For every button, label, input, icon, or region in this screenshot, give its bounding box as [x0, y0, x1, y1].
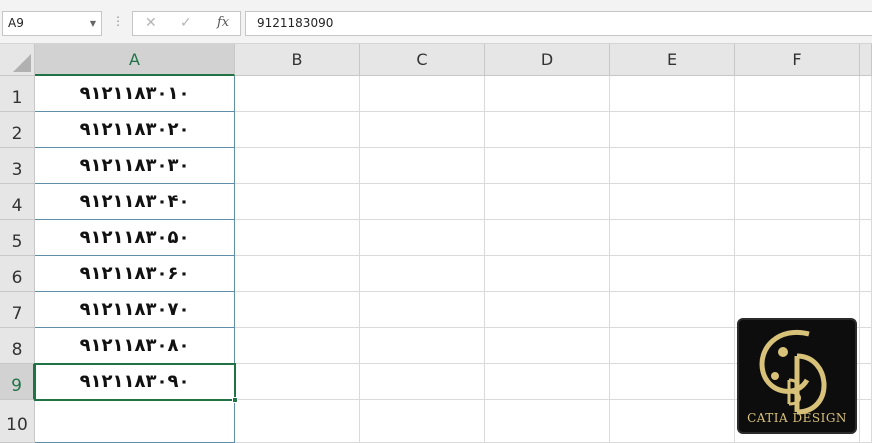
row-header-10[interactable]: 10: [0, 400, 35, 443]
cell[interactable]: [735, 148, 860, 184]
cell[interactable]: [485, 400, 610, 443]
cell[interactable]: [235, 220, 360, 256]
cell-a7[interactable]: ۹۱۲۱۱۸۳۰۷۰: [35, 292, 235, 328]
column-header-d[interactable]: D: [485, 44, 610, 76]
select-all-button[interactable]: [0, 44, 35, 76]
cell[interactable]: [860, 256, 872, 292]
active-cell-border: [34, 363, 236, 401]
column-header-b[interactable]: B: [235, 44, 360, 76]
cell[interactable]: [610, 328, 735, 364]
cell[interactable]: [360, 184, 485, 220]
cell[interactable]: [610, 256, 735, 292]
cell[interactable]: [735, 112, 860, 148]
cell[interactable]: [610, 112, 735, 148]
cell[interactable]: [610, 220, 735, 256]
column-header-partial[interactable]: [860, 44, 872, 76]
cell[interactable]: [360, 220, 485, 256]
row-header-8[interactable]: 8: [0, 328, 35, 364]
cell[interactable]: [860, 292, 872, 328]
chevron-down-icon[interactable]: ▼: [90, 12, 96, 35]
cell[interactable]: [235, 76, 360, 112]
cell[interactable]: [485, 148, 610, 184]
cell[interactable]: [610, 364, 735, 400]
fill-handle[interactable]: [232, 397, 238, 403]
cell[interactable]: [485, 112, 610, 148]
cell[interactable]: [860, 364, 872, 400]
cell-a3[interactable]: ۹۱۲۱۱۸۳۰۳۰: [35, 148, 235, 184]
cell[interactable]: [235, 112, 360, 148]
row-header-1[interactable]: 1: [0, 76, 35, 112]
cell[interactable]: [610, 76, 735, 112]
insert-function-icon[interactable]: fx: [217, 15, 229, 30]
cell[interactable]: [860, 184, 872, 220]
cell[interactable]: [485, 184, 610, 220]
name-box[interactable]: A9 ▼: [2, 11, 102, 36]
cell[interactable]: [735, 220, 860, 256]
cell[interactable]: [235, 184, 360, 220]
cell[interactable]: [360, 328, 485, 364]
catia-design-logo: CATIA DESIGN: [737, 318, 857, 434]
cell[interactable]: [735, 256, 860, 292]
cell[interactable]: [860, 400, 872, 443]
column-header-c[interactable]: C: [360, 44, 485, 76]
cell[interactable]: [860, 328, 872, 364]
cell-a6[interactable]: ۹۱۲۱۱۸۳۰۶۰: [35, 256, 235, 292]
cell-a2[interactable]: ۹۱۲۱۱۸۳۰۲۰: [35, 112, 235, 148]
cell[interactable]: [735, 184, 860, 220]
cell[interactable]: [360, 400, 485, 443]
row-header-9[interactable]: 9: [0, 364, 35, 400]
cell[interactable]: [735, 76, 860, 112]
row-header-3[interactable]: 3: [0, 148, 35, 184]
cancel-icon[interactable]: ✕: [145, 15, 157, 31]
cell[interactable]: [360, 256, 485, 292]
cell-a10[interactable]: [35, 400, 235, 443]
name-box-value: A9: [8, 16, 24, 30]
cell[interactable]: [610, 292, 735, 328]
cell[interactable]: [860, 220, 872, 256]
cell-a8[interactable]: ۹۱۲۱۱۸۳۰۸۰: [35, 328, 235, 364]
cell[interactable]: [360, 292, 485, 328]
cell[interactable]: [485, 292, 610, 328]
cell[interactable]: [235, 148, 360, 184]
cell[interactable]: [235, 292, 360, 328]
cell[interactable]: [860, 76, 872, 112]
row-header-7[interactable]: 7: [0, 292, 35, 328]
column-header-f[interactable]: F: [735, 44, 860, 76]
cell[interactable]: [360, 112, 485, 148]
formula-input[interactable]: 9121183090: [245, 11, 872, 36]
cell-a1[interactable]: ۹۱۲۱۱۸۳۰۱۰: [35, 76, 235, 112]
cell[interactable]: [485, 364, 610, 400]
column-header-a[interactable]: A: [35, 44, 235, 76]
cell[interactable]: [235, 256, 360, 292]
cell[interactable]: [860, 112, 872, 148]
cell[interactable]: [235, 364, 360, 400]
row-header-2[interactable]: 2: [0, 112, 35, 148]
cell[interactable]: [610, 148, 735, 184]
cell[interactable]: [360, 148, 485, 184]
formula-buttons: ✕ ✓ fx: [132, 11, 241, 36]
formula-bar: A9 ▼ ⋮ ✕ ✓ fx 9121183090: [0, 0, 872, 44]
cell-a4[interactable]: ۹۱۲۱۱۸۳۰۴۰: [35, 184, 235, 220]
row-header-6[interactable]: 6: [0, 256, 35, 292]
more-options-icon[interactable]: ⋮: [112, 14, 124, 28]
select-all-triangle-icon: [13, 54, 31, 72]
logo-text: CATIA DESIGN: [747, 411, 847, 425]
cell[interactable]: [610, 400, 735, 443]
row-header-4[interactable]: 4: [0, 184, 35, 220]
cell[interactable]: [235, 400, 360, 443]
cell[interactable]: [360, 364, 485, 400]
cell[interactable]: [485, 220, 610, 256]
column-header-e[interactable]: E: [610, 44, 735, 76]
cell[interactable]: [485, 328, 610, 364]
cell[interactable]: [235, 328, 360, 364]
cell[interactable]: [360, 76, 485, 112]
cell[interactable]: [485, 76, 610, 112]
cell[interactable]: [610, 184, 735, 220]
enter-icon[interactable]: ✓: [180, 15, 192, 31]
row-header-5[interactable]: 5: [0, 220, 35, 256]
cell[interactable]: [485, 256, 610, 292]
cell-a5[interactable]: ۹۱۲۱۱۸۳۰۵۰: [35, 220, 235, 256]
cell[interactable]: [860, 148, 872, 184]
